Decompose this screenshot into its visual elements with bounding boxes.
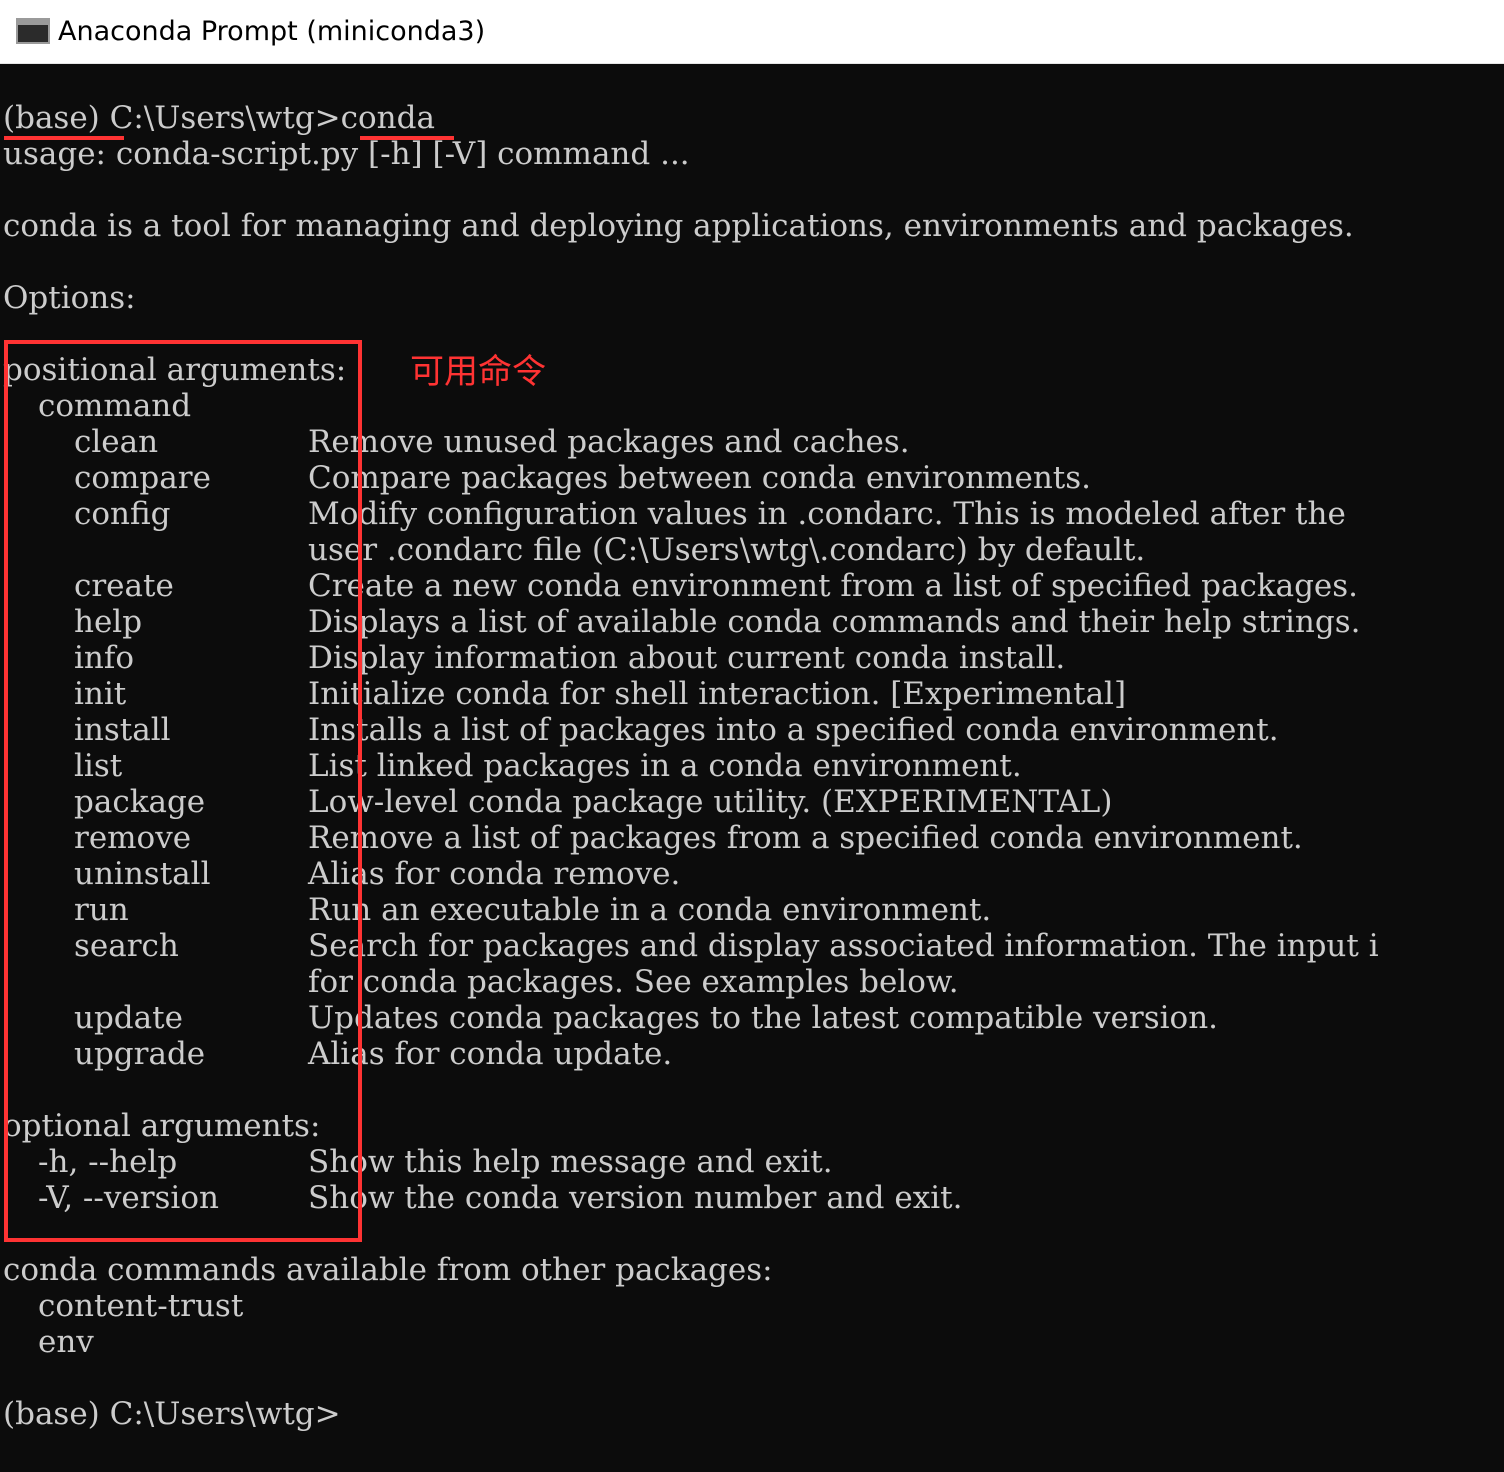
title-bar[interactable]: Anaconda Prompt (miniconda3) [0, 0, 1504, 64]
typed-command: conda [340, 100, 435, 136]
usage-line: usage: conda-script.py [-h] [-V] command… [3, 136, 690, 172]
prompt-path: C:\Users\wtg> [109, 100, 341, 136]
env-underline [4, 136, 124, 140]
command-desc: Remove a list of packages from a specifi… [308, 820, 1303, 856]
highlight-box [4, 340, 362, 1242]
command-desc: Display information about current conda … [308, 640, 1066, 676]
command-desc: Modify configuration values in .condarc.… [308, 496, 1346, 532]
command-desc: Remove unused packages and caches. [308, 424, 910, 460]
annotation-label: 可用命令 [410, 352, 546, 392]
command-desc-continued: for conda packages. See examples below. [308, 964, 959, 1000]
command-desc: Alias for conda remove. [308, 856, 681, 892]
command-underline [360, 136, 454, 140]
command-desc: Displays a list of available conda comma… [308, 604, 1361, 640]
command-desc: Compare packages between conda environme… [308, 460, 1092, 496]
console-window-icon [16, 18, 50, 44]
option-desc: Show this help message and exit. [308, 1144, 833, 1180]
other-command: env [38, 1324, 94, 1360]
description-line: conda is a tool for managing and deployi… [3, 208, 1354, 244]
option-desc: Show the conda version number and exit. [308, 1180, 963, 1216]
command-desc: Installs a list of packages into a speci… [308, 712, 1279, 748]
command-desc: Updates conda packages to the latest com… [308, 1000, 1219, 1036]
prompt-line: (base) C:\Users\wtg>conda [3, 100, 435, 136]
command-desc: Create a new conda environment from a li… [308, 568, 1359, 604]
options-header: Options: [3, 280, 136, 316]
env-name: (base) [3, 100, 100, 136]
command-desc-continued: user .condarc file (C:\Users\wtg\.condar… [308, 532, 1146, 568]
command-desc: Run an executable in a conda environment… [308, 892, 992, 928]
window-title: Anaconda Prompt (miniconda3) [58, 16, 486, 47]
other-command: content-trust [38, 1288, 244, 1324]
command-desc: Initialize conda for shell interaction. … [308, 676, 1127, 712]
command-desc: Alias for conda update. [308, 1036, 673, 1072]
console-window: Anaconda Prompt (miniconda3) (base) C:\U… [0, 0, 1504, 1472]
command-desc: Search for packages and display associat… [308, 928, 1379, 964]
final-prompt: (base) C:\Users\wtg> [3, 1396, 341, 1432]
other-commands-header: conda commands available from other pack… [3, 1252, 773, 1288]
command-desc: List linked packages in a conda environm… [308, 748, 1022, 784]
command-desc: Low-level conda package utility. (EXPERI… [308, 784, 1113, 820]
